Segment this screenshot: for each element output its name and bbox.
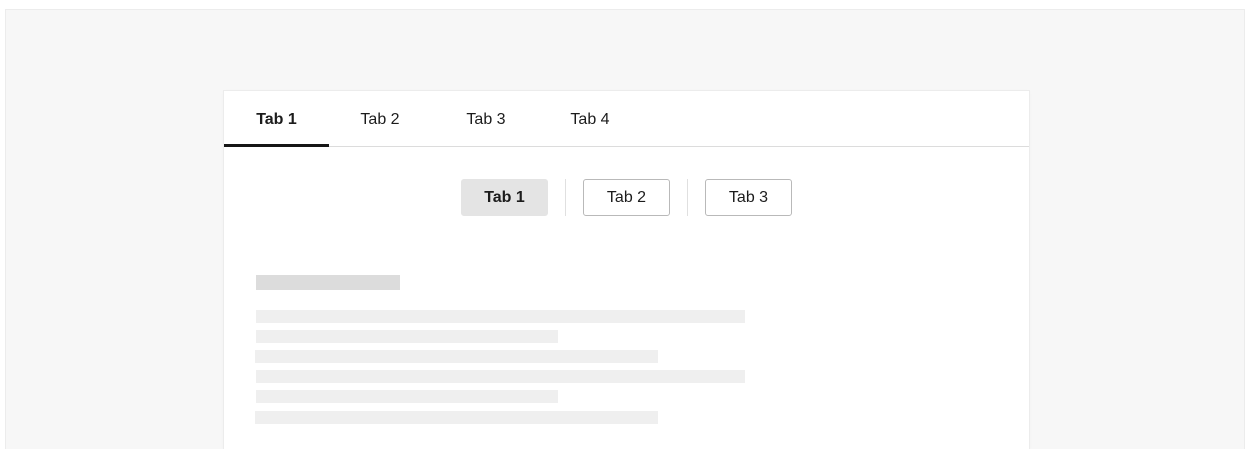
primary-tab-bar: Tab 1 Tab 2 Tab 3 Tab 4 [224, 91, 1029, 147]
segment-divider [565, 179, 566, 216]
tabs-card: Tab 1 Tab 2 Tab 3 Tab 4 Tab 1 Tab 2 Tab … [224, 91, 1029, 449]
segment-tab-3[interactable]: Tab 3 [705, 179, 792, 216]
skeleton-line [255, 411, 658, 424]
skeleton-line [256, 310, 745, 323]
segment-divider [687, 179, 688, 216]
skeleton-line [256, 370, 745, 383]
skeleton-line [256, 390, 558, 403]
tab-3[interactable]: Tab 3 [446, 91, 526, 146]
segment-tab-1[interactable]: Tab 1 [461, 179, 548, 216]
skeleton-line [256, 330, 558, 343]
tab-4[interactable]: Tab 4 [550, 91, 630, 146]
skeleton-heading [256, 275, 400, 290]
tab-2[interactable]: Tab 2 [340, 91, 420, 146]
tab-1[interactable]: Tab 1 [224, 91, 329, 146]
segment-tab-2[interactable]: Tab 2 [583, 179, 670, 216]
skeleton-line [255, 350, 658, 363]
active-tab-indicator [224, 144, 329, 147]
